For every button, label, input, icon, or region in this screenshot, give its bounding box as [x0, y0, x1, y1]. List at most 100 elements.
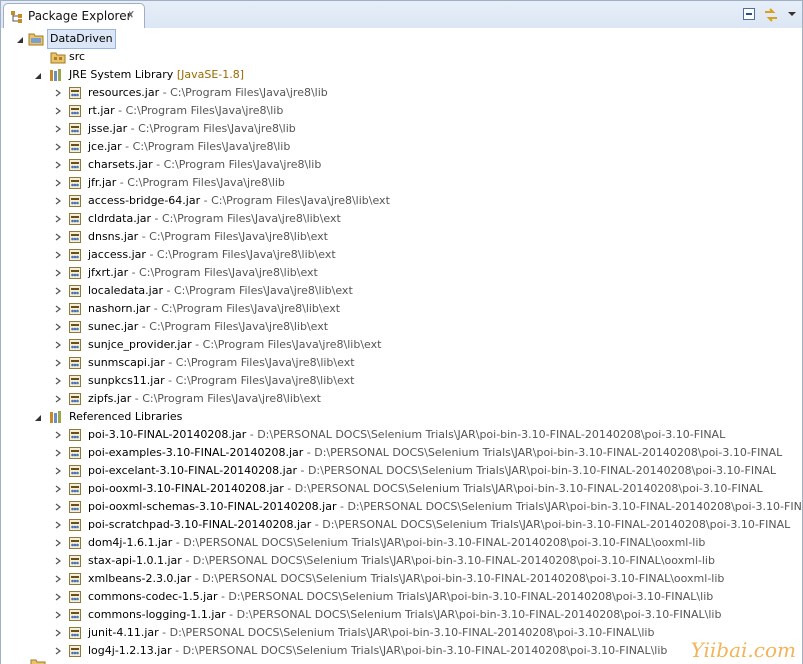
jar-name: dom4j-1.6.1.jar [88, 536, 173, 549]
jar-name: poi-scratchpad-3.10-FINAL-20140208.jar [88, 518, 312, 531]
collapsed-arrow-icon[interactable] [54, 593, 62, 601]
collapsed-arrow-icon[interactable] [54, 89, 62, 97]
collapsed-arrow-icon[interactable] [54, 503, 62, 511]
collapsed-arrow-icon[interactable] [54, 467, 62, 475]
collapsed-arrow-icon[interactable] [54, 233, 62, 241]
jre-jar-node[interactable]: localedata.jar - C:\Program Files\Java\j… [1, 282, 796, 300]
view-menu-icon[interactable] [787, 7, 797, 21]
tab-package-explorer[interactable]: Package Explorer ✗ [3, 3, 145, 29]
jre-jar-node[interactable]: jfr.jar - C:\Program Files\Java\jre8\lib [1, 174, 796, 192]
jre-library-node[interactable]: JRE System Library [JavaSE-1.8] [1, 66, 791, 84]
collapsed-arrow-icon[interactable] [54, 377, 62, 385]
jre-jar-node[interactable]: jce.jar - C:\Program Files\Java\jre8\lib [1, 138, 796, 156]
jre-jar-node[interactable]: cldrdata.jar - C:\Program Files\Java\jre… [1, 210, 796, 228]
jre-jar-node[interactable]: rt.jar - C:\Program Files\Java\jre8\lib [1, 102, 796, 120]
jre-jar-node[interactable]: sunec.jar - C:\Program Files\Java\jre8\l… [1, 318, 796, 336]
collapsed-arrow-icon[interactable] [54, 629, 62, 637]
expanded-arrow-icon[interactable] [16, 36, 24, 44]
referenced-jar-node[interactable]: commons-logging-1.1.jar - D:\PERSONAL DO… [1, 606, 796, 624]
jar-path: - D:\PERSONAL DOCS\Selenium Trials\JAR\p… [303, 446, 783, 459]
collapsed-arrow-icon[interactable] [54, 125, 62, 133]
jre-jar-node[interactable]: zipfs.jar - C:\Program Files\Java\jre8\l… [1, 390, 796, 408]
jar-path: - C:\Program Files\Java\jre8\lib\ext [145, 248, 336, 261]
referenced-jar-node[interactable]: poi-3.10-FINAL-20140208.jar - D:\PERSONA… [1, 426, 796, 444]
referenced-jar-node[interactable]: poi-examples-3.10-FINAL-20140208.jar - D… [1, 444, 796, 462]
jar-path: - D:\PERSONAL DOCS\Selenium Trials\JAR\p… [246, 428, 726, 441]
jar-icon [69, 195, 81, 207]
jre-jar-node[interactable]: sunmscapi.jar - C:\Program Files\Java\jr… [1, 354, 796, 372]
referenced-jar-node[interactable]: log4j-1.2.13.jar - D:\PERSONAL DOCS\Sele… [1, 642, 796, 660]
referenced-jar-node[interactable]: commons-codec-1.5.jar - D:\PERSONAL DOCS… [1, 588, 796, 606]
project-node[interactable]: DataDriven [1, 29, 791, 49]
referenced-jar-node[interactable]: dom4j-1.6.1.jar - D:\PERSONAL DOCS\Selen… [1, 534, 796, 552]
collapsed-arrow-icon[interactable] [54, 557, 62, 565]
collapsed-arrow-icon[interactable] [54, 395, 62, 403]
jre-jar-node[interactable]: jaccess.jar - C:\Program Files\Java\jre8… [1, 246, 796, 264]
jre-jar-node[interactable]: jsse.jar - C:\Program Files\Java\jre8\li… [1, 120, 796, 138]
jre-jar-node[interactable]: nashorn.jar - C:\Program Files\Java\jre8… [1, 300, 796, 318]
jre-jar-node[interactable]: sunjce_provider.jar - C:\Program Files\J… [1, 336, 796, 354]
referenced-libraries-node[interactable]: Referenced Libraries [1, 408, 791, 426]
collapsed-arrow-icon[interactable] [54, 449, 62, 457]
jar-name: poi-examples-3.10-FINAL-20140208.jar [88, 446, 304, 459]
collapsed-arrow-icon[interactable] [54, 359, 62, 367]
jar-icon [69, 501, 81, 513]
referenced-jar-node[interactable]: stax-api-1.0.1.jar - D:\PERSONAL DOCS\Se… [1, 552, 796, 570]
jar-path: - C:\Program Files\Java\jre8\lib\ext [138, 320, 329, 333]
collapsed-arrow-icon[interactable] [54, 197, 62, 205]
jar-path: - C:\Program Files\Java\jre8\lib [121, 140, 291, 153]
collapsed-arrow-icon[interactable] [54, 143, 62, 151]
collapsed-arrow-icon[interactable] [54, 305, 62, 313]
collapsed-arrow-icon[interactable] [54, 287, 62, 295]
collapsed-arrow-icon[interactable] [54, 485, 62, 493]
jar-icon [69, 645, 81, 657]
jre-jar-node[interactable]: jfxrt.jar - C:\Program Files\Java\jre8\l… [1, 264, 796, 282]
package-tree: DataDriven src JRE System Library [JavaS… [0, 28, 803, 664]
referenced-jar-node[interactable]: poi-scratchpad-3.10-FINAL-20140208.jar -… [1, 516, 796, 534]
link-with-editor-icon[interactable] [763, 7, 779, 23]
jar-icon [69, 627, 81, 639]
collapsed-arrow-icon[interactable] [54, 269, 62, 277]
jre-jar-node[interactable]: sunpkcs11.jar - C:\Program Files\Java\jr… [1, 372, 796, 390]
jar-name: sunjce_provider.jar [88, 338, 192, 351]
referenced-jar-node[interactable]: poi-ooxml-3.10-FINAL-20140208.jar - D:\P… [1, 480, 796, 498]
collapsed-arrow-icon[interactable] [54, 215, 62, 223]
jar-icon [69, 249, 81, 261]
expanded-arrow-icon[interactable] [34, 72, 42, 80]
jar-path: - C:\Program Files\Java\jre8\lib\ext [163, 284, 353, 297]
expanded-arrow-icon[interactable] [34, 414, 42, 422]
collapsed-arrow-icon[interactable] [54, 539, 62, 547]
jar-icon [69, 123, 81, 135]
jre-jar-node[interactable]: access-bridge-64.jar - C:\Program Files\… [1, 192, 796, 210]
jre-jar-node[interactable]: charsets.jar - C:\Program Files\Java\jre… [1, 156, 796, 174]
collapsed-arrow-icon[interactable] [54, 107, 62, 115]
collapsed-arrow-icon[interactable] [54, 251, 62, 259]
collapsed-arrow-icon[interactable] [54, 611, 62, 619]
referenced-jar-node[interactable]: poi-ooxml-schemas-3.10-FINAL-20140208.ja… [1, 498, 802, 516]
collapsed-arrow-icon[interactable] [54, 341, 62, 349]
jar-path: - C:\Program Files\Java\jre8\lib\ext [164, 356, 355, 369]
jre-jar-node[interactable]: dnsns.jar - C:\Program Files\Java\jre8\l… [1, 228, 796, 246]
close-icon[interactable]: ✗ [126, 9, 135, 22]
collapsed-arrow-icon[interactable] [54, 647, 62, 655]
jre-jar-node[interactable]: resources.jar - C:\Program Files\Java\jr… [1, 84, 796, 102]
jar-icon [69, 303, 81, 315]
jar-icon [69, 555, 81, 567]
src-folder-node[interactable]: src [1, 48, 791, 66]
jar-name: nashorn.jar [88, 302, 151, 315]
jar-name: zipfs.jar [88, 392, 132, 405]
collapsed-arrow-icon[interactable] [54, 179, 62, 187]
jar-icon [69, 285, 81, 297]
view-tab-title: Package Explorer [28, 9, 132, 23]
jar-path: - D:\PERSONAL DOCS\Selenium Trials\JAR\p… [191, 572, 725, 585]
referenced-jar-node[interactable]: junit-4.11.jar - D:\PERSONAL DOCS\Seleni… [1, 624, 796, 642]
collapsed-arrow-icon[interactable] [54, 431, 62, 439]
referenced-jar-node[interactable]: poi-excelant-3.10-FINAL-20140208.jar - D… [1, 462, 796, 480]
jar-icon [69, 231, 81, 243]
referenced-jar-node[interactable]: xmlbeans-2.3.0.jar - D:\PERSONAL DOCS\Se… [1, 570, 796, 588]
collapsed-arrow-icon[interactable] [54, 575, 62, 583]
collapsed-arrow-icon[interactable] [54, 521, 62, 529]
collapsed-arrow-icon[interactable] [54, 161, 62, 169]
collapsed-arrow-icon[interactable] [54, 323, 62, 331]
collapse-all-icon[interactable] [742, 7, 756, 21]
